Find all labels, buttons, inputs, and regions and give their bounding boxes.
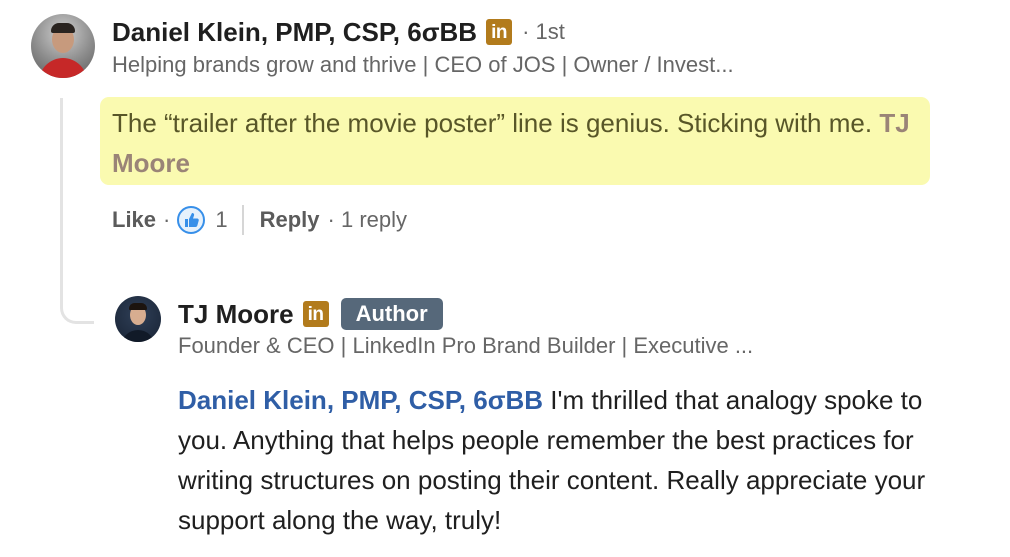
replies-count-link[interactable]: · 1 reply xyxy=(328,207,407,233)
avatar-daniel-klein[interactable] xyxy=(31,14,95,78)
reply-author-headline: Founder & CEO | LinkedIn Pro Brand Build… xyxy=(178,333,754,358)
comment-author-row: Daniel Klein, PMP, CSP, 6σBB in · 1st xyxy=(112,14,565,50)
connection-degree: · 1st xyxy=(522,19,565,44)
reply-author-name[interactable]: TJ Moore xyxy=(178,299,294,330)
avatar-tj-moore[interactable] xyxy=(115,296,161,342)
comment-text: The “trailer after the movie poster” lin… xyxy=(112,108,873,138)
separator-dot: · xyxy=(163,207,171,232)
action-divider xyxy=(241,205,244,235)
comment-author-headline: Helping brands grow and thrive | CEO of … xyxy=(112,52,734,77)
linkedin-icon: in xyxy=(302,301,329,327)
like-reaction-icon[interactable] xyxy=(177,206,206,234)
comment-thread: Daniel Klein, PMP, CSP, 6σBB in · 1st He… xyxy=(0,0,1010,557)
like-button[interactable]: Like xyxy=(112,207,156,233)
reply-author-row: TJ Moore in Author xyxy=(178,296,443,332)
like-count[interactable]: 1 xyxy=(215,207,227,233)
comment-actions: Like · 1 Reply · 1 reply xyxy=(112,203,407,237)
reply-button[interactable]: Reply xyxy=(260,207,320,233)
author-badge: Author xyxy=(340,298,443,330)
linkedin-icon: in xyxy=(486,19,513,45)
reply-text-block: Daniel Klein, PMP, CSP, 6σBB I'm thrille… xyxy=(178,380,978,540)
thread-connector-line xyxy=(60,98,94,324)
comment-bubble: The “trailer after the movie poster” lin… xyxy=(100,97,930,185)
reply-mention-link[interactable]: Daniel Klein, PMP, CSP, 6σBB xyxy=(178,385,543,415)
comment-author-name[interactable]: Daniel Klein, PMP, CSP, 6σBB xyxy=(112,17,477,48)
